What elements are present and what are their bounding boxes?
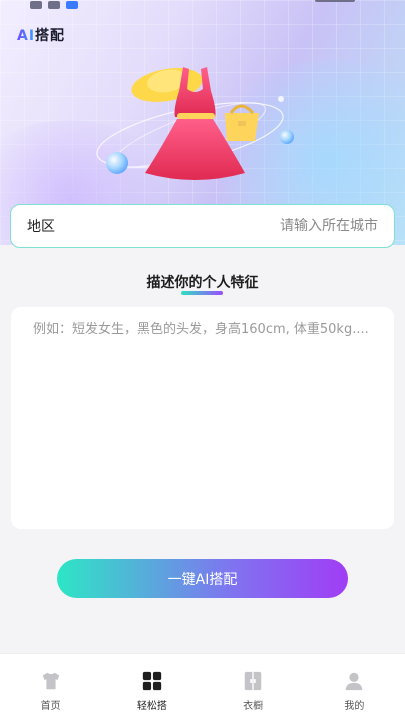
person-icon [346, 672, 363, 691]
tab-profile[interactable]: 我的 [304, 654, 405, 720]
section-title-underline [181, 291, 223, 295]
tab-easy-match-label: 轻松搭 [136, 701, 167, 712]
region-label: 地区 [27, 219, 55, 235]
section-title: 描述你的个人特征 [146, 275, 259, 291]
description-textarea[interactable] [33, 321, 372, 515]
tab-profile-label: 我的 [344, 701, 365, 712]
region-field[interactable]: 地区 [10, 204, 395, 248]
app-brand: AI搭配 [17, 25, 65, 45]
status-bar-icons [30, 0, 110, 9]
brand-ai-text: AI [17, 28, 36, 44]
tshirt-icon [42, 672, 59, 690]
city-input[interactable] [178, 218, 378, 234]
tab-wardrobe[interactable]: 衣橱 [203, 654, 304, 720]
description-card [11, 307, 394, 529]
dress-illustration [96, 67, 294, 180]
grid-icon [142, 671, 162, 691]
bottom-tab-bar: 首页 轻松搭 衣橱 我的 [0, 653, 405, 720]
tab-home[interactable]: 首页 [0, 654, 101, 720]
tab-easy-match[interactable]: 轻松搭 [101, 654, 202, 720]
ai-match-button[interactable]: 一键AI搭配 [57, 559, 348, 598]
brand-rest-text: 搭配 [35, 28, 66, 44]
status-bar-right [315, 0, 355, 2]
tab-wardrobe-label: 衣橱 [243, 701, 264, 712]
tab-home-label: 首页 [40, 701, 61, 712]
wardrobe-icon [244, 671, 262, 691]
